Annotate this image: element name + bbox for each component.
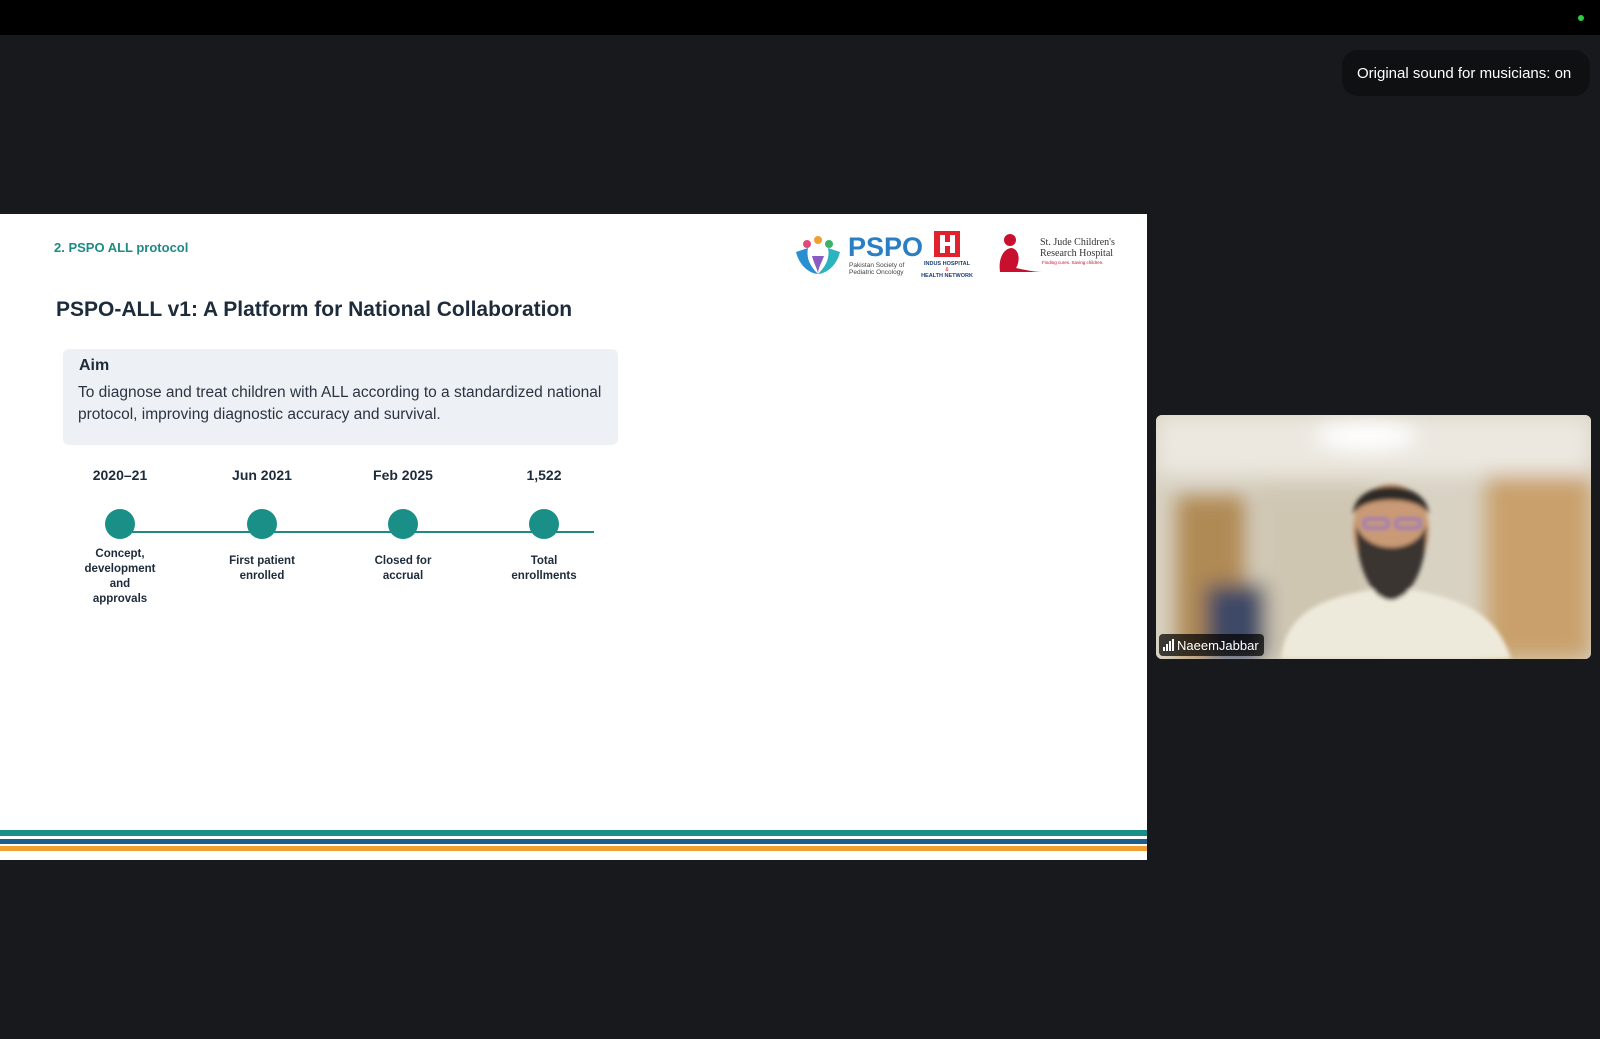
slide-title: PSPO-ALL v1: A Platform for National Col… [56, 298, 573, 321]
timeline-label: Concept, development and approvals [84, 548, 156, 605]
timeline-step: 1,522 Total enrollments [484, 464, 604, 584]
timeline-dot [247, 509, 277, 539]
pspo-logo-sub1: Pakistan Society of [849, 262, 904, 269]
st-jude-logo-text1: St. Jude Children's [1040, 237, 1115, 248]
indus-logo-icon [934, 231, 960, 257]
st-jude-logo-tagline: Finding cures. Saving children. [1042, 260, 1104, 265]
original-sound-toast-text: Original sound for musicians: on [1357, 64, 1572, 82]
timeline-year: Jun 2021 [232, 467, 292, 483]
timeline: 2020–21 Concept, development and approva… [60, 464, 620, 614]
timeline-dot [388, 509, 418, 539]
participant-name: NaeemJabbar [1177, 637, 1259, 653]
slide-section-label: 2. PSPO ALL protocol [54, 240, 189, 255]
st-jude-logo-icon [999, 234, 1042, 272]
timeline-label: Total enrollments [511, 555, 577, 582]
timeline-label: Closed for accrual [374, 555, 432, 582]
aim-box: Aim To diagnose and treat children with … [63, 349, 618, 445]
stripe-teal [0, 830, 1147, 836]
connection-status-icon [1578, 15, 1584, 21]
stripe-blue [0, 839, 1147, 844]
timeline-year: Feb 2025 [373, 467, 433, 483]
stripe-orange [0, 846, 1147, 851]
timeline-label: First patient enrolled [229, 555, 295, 582]
timeline-year: 2020–21 [92, 467, 148, 483]
st-jude-logo-text2: Research Hospital [1040, 248, 1113, 259]
slide-footer-stripes [0, 830, 1147, 860]
timeline-step: Feb 2025 Closed for accrual [343, 464, 463, 584]
partner-logos: PSPO Pakistan Society of Pediatric Oncol… [796, 231, 1115, 279]
signal-strength-icon [1163, 639, 1174, 651]
participant-video [1156, 415, 1591, 659]
timeline-dot [529, 509, 559, 539]
participant-name-tag: NaeemJabbar [1159, 634, 1264, 656]
pspo-logo-sub2: Pediatric Oncology [849, 269, 904, 276]
original-sound-toast: Original sound for musicians: on [1342, 50, 1590, 96]
pspo-logo-icon [796, 236, 840, 274]
timeline-step: 2020–21 Concept, development and approva… [60, 464, 180, 607]
meeting-top-bar [0, 0, 1600, 35]
aim-text: To diagnose and treat children with ALL … [78, 384, 602, 423]
participant-video-tile[interactable]: NaeemJabbar [1156, 415, 1591, 659]
aim-heading: Aim [79, 357, 110, 374]
timeline-step: Jun 2021 First patient enrolled [202, 464, 322, 584]
timeline-dot [105, 509, 135, 539]
pspo-logo-text: PSPO [848, 232, 923, 262]
indus-logo-text3: HEALTH NETWORK [921, 273, 973, 279]
timeline-year: 1,522 [526, 467, 562, 483]
shared-slide: 2. PSPO ALL protocol PSPO Pakistan Socie… [0, 214, 1147, 860]
